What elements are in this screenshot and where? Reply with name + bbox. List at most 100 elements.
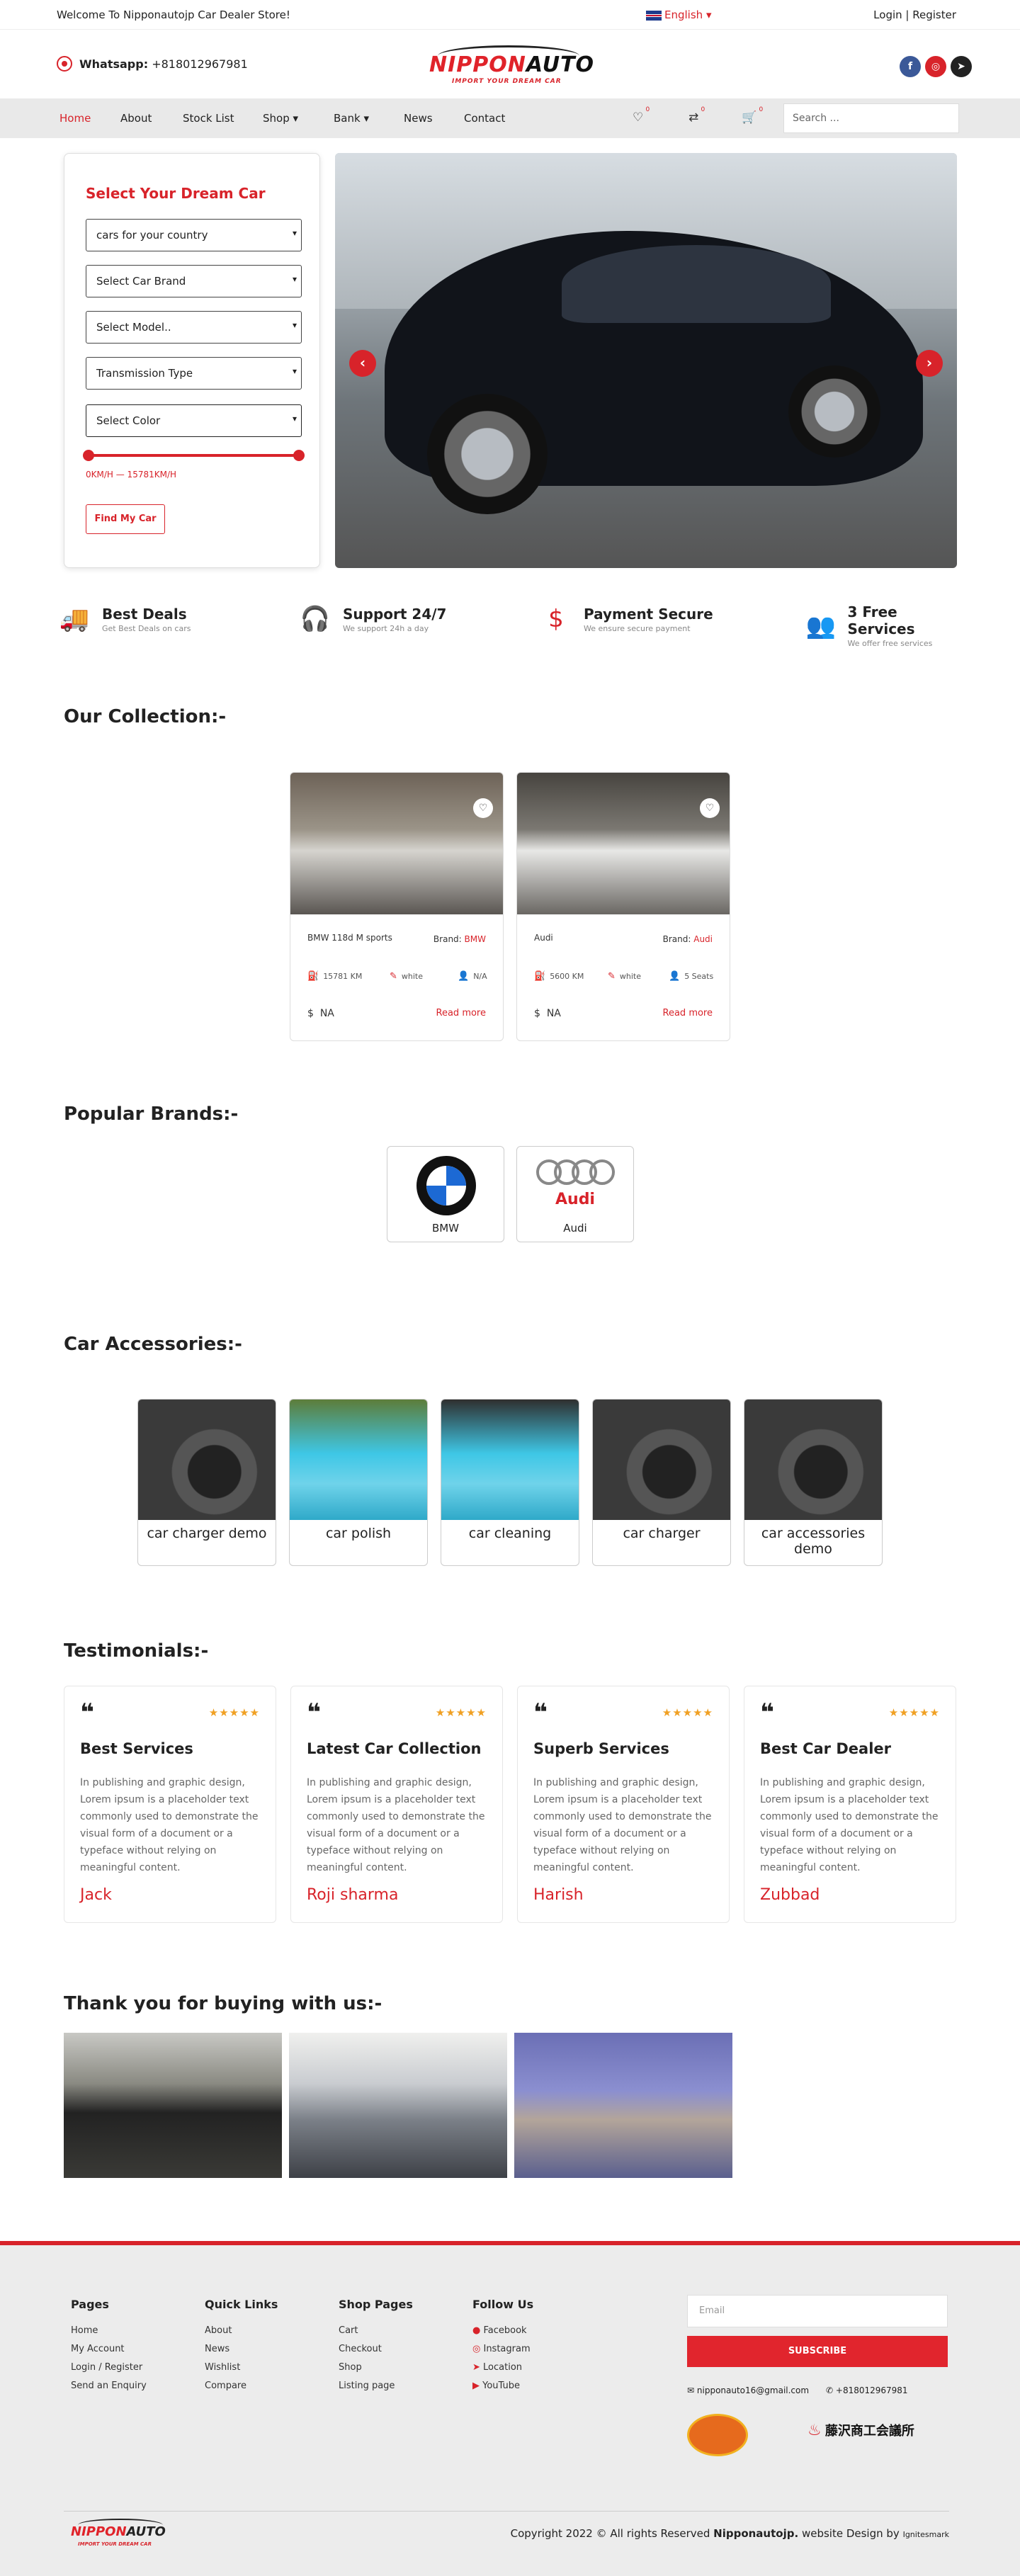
footer-link[interactable]: ▶ YouTube (472, 2381, 533, 2399)
nav-news[interactable]: News (404, 112, 433, 125)
car-mileage: ⛽ 5600 KM (534, 971, 584, 982)
whatsapp-label: Whatsapp: (79, 57, 149, 71)
feature-title: Support 24/7 (343, 605, 447, 623)
accessory-label: car charger (623, 1526, 701, 1541)
testimonial-title: Superb Services (533, 1740, 669, 1757)
nav-shop[interactable]: Shop ▾ (263, 112, 298, 125)
car-brand: Brand: Audi (663, 934, 713, 944)
search-input[interactable]: Search ... (783, 103, 959, 133)
customer-photo (289, 2033, 507, 2178)
footer-pages: Pages Home My Account Login / Register S… (71, 2298, 147, 2399)
social-links: f ◎ ➤ (900, 56, 972, 77)
footer-link[interactable]: News (205, 2344, 278, 2362)
nav-home[interactable]: Home (60, 112, 91, 125)
slider-prev-button[interactable]: ‹ (349, 350, 376, 377)
telegram-icon[interactable]: ➤ (951, 56, 972, 77)
footer-link[interactable]: ● Facebook (472, 2325, 533, 2344)
accessory-card[interactable]: car cleaning (441, 1399, 579, 1566)
find-my-car-button[interactable]: Find My Car (86, 504, 165, 534)
nav-contact[interactable]: Contact (464, 112, 505, 125)
accessory-image (441, 1400, 579, 1520)
compare-icon[interactable]: ⇄ 0 (688, 106, 705, 125)
customer-photo (64, 2033, 282, 2178)
language-label: English (664, 8, 703, 21)
login-register-link[interactable]: Login | Register (873, 8, 956, 21)
heart-icon[interactable]: ♡ (700, 798, 720, 818)
nav-shop-label: Shop (263, 112, 290, 125)
brand-card-bmw[interactable]: BMW (387, 1146, 504, 1242)
wishlist-icon[interactable]: ♡ 0 (633, 106, 650, 125)
footer-heading: Shop Pages (339, 2298, 413, 2311)
read-more-link[interactable]: Read more (663, 1008, 713, 1019)
site-logo[interactable]: NIPPONAUTO IMPORT YOUR DREAM CAR (424, 42, 596, 88)
brand-card-audi[interactable]: Audi Audi (516, 1146, 634, 1242)
footer-link[interactable]: ◎ Instagram (472, 2344, 533, 2362)
testimonials-title: Testimonials:- (64, 1640, 209, 1662)
whatsapp-contact[interactable]: Whatsapp: +818012967981 (57, 56, 248, 72)
footer-follow-us: Follow Us ● Facebook ◎ Instagram ➤ Locat… (472, 2298, 533, 2399)
car-finder-panel: Select Your Dream Car cars for your coun… (64, 153, 320, 568)
brush-icon: ✎ (608, 971, 616, 982)
chevron-down-icon: ▾ (363, 112, 369, 125)
slider-next-button[interactable]: › (916, 350, 943, 377)
designer-link[interactable]: Ignitesmark (903, 2530, 949, 2539)
car-price: $ NA (534, 1008, 561, 1019)
cart-icon[interactable]: 🛒 0 (742, 106, 763, 125)
footer-link[interactable]: Shop (339, 2362, 413, 2381)
facebook-icon[interactable]: f (900, 56, 921, 77)
footer-link[interactable]: Home (71, 2325, 147, 2344)
hero-car-wheel (788, 365, 880, 458)
newsletter-email-input[interactable]: Email (687, 2295, 948, 2327)
testimonial-title: Latest Car Collection (307, 1740, 482, 1757)
footer-link[interactable]: My Account (71, 2344, 147, 2362)
hero-slider: ‹ › (335, 153, 957, 568)
nav-bank[interactable]: Bank ▾ (334, 112, 369, 125)
brand-label: Brand: (662, 934, 691, 944)
footer-link[interactable]: Wishlist (205, 2362, 278, 2381)
rating-stars: ★★★★★ (662, 1706, 713, 1719)
car-card[interactable]: ♡ BMW 118d M sports Brand: BMW ⛽ 15781 KM… (290, 772, 504, 1041)
transmission-select[interactable]: Transmission Type (86, 357, 302, 390)
footer-link[interactable]: Send an Enquiry (71, 2381, 147, 2399)
language-selector[interactable]: English ▾ (646, 8, 711, 21)
model-select[interactable]: Select Model.. (86, 311, 302, 344)
brand-select[interactable]: Select Car Brand (86, 265, 302, 297)
footer-link[interactable]: Listing page (339, 2381, 413, 2399)
nav-bank-label: Bank (334, 112, 361, 125)
instagram-icon[interactable]: ◎ (925, 56, 946, 77)
car-card[interactable]: ♡ Audi Brand: Audi ⛽ 5600 KM ✎ white 👤 5 Se… (516, 772, 730, 1041)
compare-count: 0 (701, 106, 706, 113)
subscribe-button[interactable]: SUBSCRIBE (687, 2336, 948, 2367)
footer-link[interactable]: Compare (205, 2381, 278, 2399)
chamber-text: 藤沢商工会議所 (824, 2424, 914, 2439)
footer-logo[interactable]: NIPPONAUTO IMPORT YOUR DREAM CAR (71, 2519, 177, 2554)
country-select[interactable]: cars for your country (86, 219, 302, 251)
nav-stock-list[interactable]: Stock List (183, 112, 234, 125)
heart-icon[interactable]: ♡ (473, 798, 493, 818)
mileage-range-slider[interactable] (83, 450, 305, 461)
accessory-card[interactable]: car charger (592, 1399, 731, 1566)
accessory-card[interactable]: car charger demo (137, 1399, 276, 1566)
footer-link[interactable]: ➤ Location (472, 2362, 533, 2381)
testimonial-body: In publishing and graphic design, Lorem … (533, 1777, 712, 1873)
features-row: 🚚 Best Deals Get Best Deals on cars 🎧 Sup… (57, 603, 963, 648)
accessory-card[interactable]: car accessories demo (744, 1399, 883, 1566)
bmw-logo (416, 1156, 476, 1215)
accessory-label: car polish (325, 1526, 392, 1541)
footer-link[interactable]: Login / Register (71, 2362, 147, 2381)
footer-link[interactable]: Cart (339, 2325, 413, 2344)
accessory-image (593, 1400, 730, 1520)
car-seats: 👤 N/A (458, 971, 487, 982)
audi-wordmark: Audi (555, 1191, 595, 1208)
nav-about[interactable]: About (120, 112, 152, 125)
footer-link[interactable]: About (205, 2325, 278, 2344)
logo-tagline: IMPORT YOUR DREAM CAR (78, 2541, 152, 2547)
footer-phone: ✆ +818012967981 (826, 2385, 908, 2395)
accessory-card[interactable]: car polish (289, 1399, 428, 1566)
thanks-title: Thank you for buying with us:- (64, 1993, 382, 2014)
read-more-link[interactable]: Read more (436, 1008, 486, 1019)
rating-stars: ★★★★★ (208, 1706, 260, 1719)
color-select[interactable]: Select Color (86, 404, 302, 437)
facebook-icon: ● (472, 2325, 481, 2336)
footer-link[interactable]: Checkout (339, 2344, 413, 2362)
